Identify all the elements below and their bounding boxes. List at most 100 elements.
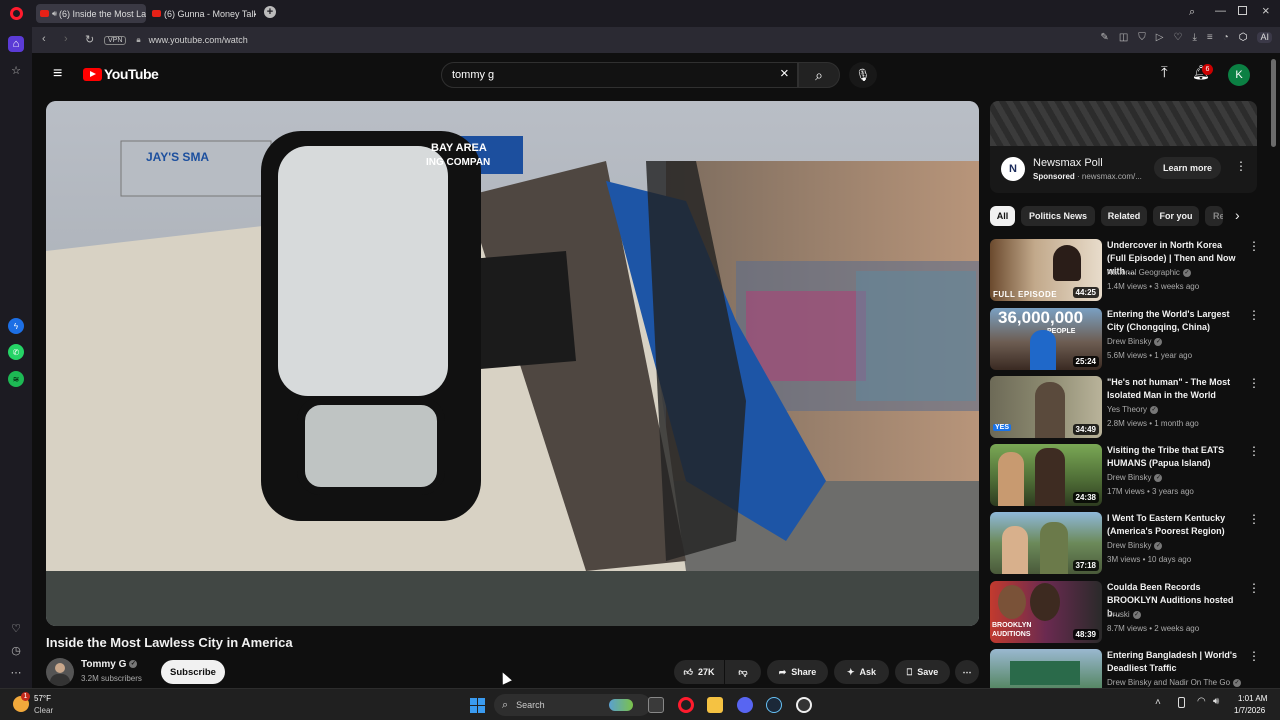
list-item[interactable]: 37:18 I Went To Eastern Kentucky (Americ… xyxy=(990,512,1270,574)
account-avatar[interactable]: K xyxy=(1228,64,1250,86)
channel-name[interactable]: Drew Binsky ✓ xyxy=(1107,541,1163,550)
clock-date[interactable]: 1/7/2026 xyxy=(1234,706,1265,715)
lock-icon[interactable]: 🔒︎ xyxy=(136,35,140,45)
discord-icon[interactable] xyxy=(737,697,753,713)
url-text[interactable]: www.youtube.com/watch xyxy=(149,35,248,45)
forward-icon[interactable]: › xyxy=(64,33,68,45)
file-explorer-icon[interactable] xyxy=(707,697,723,713)
whatsapp-icon[interactable]: ✆ xyxy=(8,344,24,360)
chevron-right-icon[interactable]: › xyxy=(1235,207,1240,223)
heart-icon[interactable]: ♡ xyxy=(8,620,24,636)
url-field[interactable]: VPN 🔒︎ www.youtube.com/watch xyxy=(104,30,1146,50)
list-item[interactable]: FULL EPISODE 44:25 Undercover in North K… xyxy=(990,239,1270,301)
page-scrollbar[interactable] xyxy=(1271,59,1276,147)
chip-all[interactable]: All xyxy=(990,206,1015,226)
video-thumbnail[interactable]: 24:38 xyxy=(990,444,1102,506)
chip-related[interactable]: Related xyxy=(1101,206,1147,226)
edit-icon[interactable]: ✎ xyxy=(1100,32,1108,43)
channel-name-text[interactable]: Drew Binsky xyxy=(1107,541,1151,550)
ai-button[interactable]: AI xyxy=(1257,32,1272,43)
subscribe-button[interactable]: Subscribe xyxy=(161,660,225,684)
opera-logo-icon[interactable] xyxy=(10,7,23,20)
heart-outline-icon[interactable]: ♡ xyxy=(1173,32,1182,43)
channel-name[interactable]: Drew Binsky ✓ xyxy=(1107,473,1163,482)
chip-for-you[interactable]: For you xyxy=(1153,206,1199,226)
channel-name-text[interactable]: Drew Binsky xyxy=(1107,337,1151,346)
new-tab-button[interactable]: + xyxy=(264,6,276,18)
video-title[interactable]: Entering Bangladesh | World's Deadliest … xyxy=(1107,649,1243,675)
clock-time[interactable]: 1:01 AM xyxy=(1238,694,1267,703)
temperature[interactable]: 57°F xyxy=(34,694,51,703)
play-icon[interactable]: ▷ xyxy=(1156,32,1164,43)
share-button[interactable]: ➦ Share xyxy=(767,660,828,684)
menu-icon[interactable]: ≡ xyxy=(1207,32,1213,43)
more-vertical-icon[interactable]: ⋮ xyxy=(1248,239,1260,253)
channel-name-text[interactable]: National Geographic xyxy=(1107,268,1180,277)
search-tabs-icon[interactable]: ⌕ xyxy=(1189,6,1195,19)
vpn-badge[interactable]: VPN xyxy=(104,35,127,45)
voice-search-button[interactable]: 🎙︎ xyxy=(849,62,877,88)
clear-search-icon[interactable]: × xyxy=(780,65,789,82)
upload-icon[interactable]: ⤒ xyxy=(1161,64,1168,81)
channel-name[interactable]: Druski ✓ xyxy=(1107,610,1141,619)
more-vertical-icon[interactable]: ⋮ xyxy=(1248,376,1260,390)
restore-icon[interactable] xyxy=(1238,6,1247,15)
ad-banner-image[interactable] xyxy=(990,101,1257,146)
minimize-icon[interactable]: — xyxy=(1215,5,1226,17)
reload-icon[interactable]: ↻ xyxy=(85,33,94,46)
speaker-icon[interactable]: 🔊︎ xyxy=(52,9,57,19)
list-item[interactable]: BROOKLYN AUDITIONS 48:39 Coulda Been Rec… xyxy=(990,581,1270,643)
home-icon[interactable]: ⌂ xyxy=(8,36,24,52)
more-vertical-icon[interactable]: ⋮ xyxy=(1248,649,1260,663)
ad-title[interactable]: Newsmax Poll xyxy=(1033,157,1103,169)
list-item[interactable]: 24:38 Visiting the Tribe that EATS HUMAN… xyxy=(990,444,1270,506)
spotify-icon[interactable]: ≋ xyxy=(8,371,24,387)
chip-politics-news[interactable]: Politics News xyxy=(1021,206,1095,226)
more-icon[interactable]: ⋯ xyxy=(8,664,24,680)
weather-condition[interactable]: Clear xyxy=(34,706,53,715)
chevron-up-icon[interactable]: ˄ xyxy=(1155,697,1161,708)
steam-icon[interactable] xyxy=(766,697,782,713)
volume-icon[interactable]: 🔊︎ xyxy=(1213,696,1219,707)
camera-icon[interactable]: ◫ xyxy=(1119,32,1128,43)
dislike-button[interactable]: 👎︎ xyxy=(725,660,761,684)
more-actions-button[interactable]: ⋯ xyxy=(955,660,979,684)
list-item[interactable]: YES 34:49 "He's not human" - The Most Is… xyxy=(990,376,1270,438)
search-button[interactable]: ⌕ xyxy=(798,62,840,88)
more-vertical-icon[interactable]: ⋮ xyxy=(1248,308,1260,322)
channel-name-text[interactable]: Druski xyxy=(1107,610,1130,619)
task-view-icon[interactable] xyxy=(648,697,664,713)
video-thumbnail[interactable]: FULL EPISODE 44:25 xyxy=(990,239,1102,301)
phone-link-icon[interactable] xyxy=(1178,697,1185,708)
tab-inactive[interactable]: (6) Gunna - Money Talk [M xyxy=(148,4,256,23)
channel-name[interactable]: Yes Theory ✓ xyxy=(1107,405,1159,414)
channel-name[interactable]: Tommy G ✓ xyxy=(81,659,138,670)
windows-start-icon[interactable] xyxy=(470,698,485,713)
more-vertical-icon[interactable]: ⋮ xyxy=(1248,512,1260,526)
ask-button[interactable]: ✦ Ask xyxy=(834,660,889,684)
video-thumbnail[interactable]: 36,000,000 PEOPLE 25:24 xyxy=(990,308,1102,370)
shield-icon[interactable]: ⛉ xyxy=(1138,32,1146,43)
channel-name-text[interactable]: Drew Binsky and Nadir On The Go xyxy=(1107,678,1230,687)
video-thumbnail[interactable]: 37:18 xyxy=(990,512,1102,574)
profile-icon[interactable]: ◔ xyxy=(1223,32,1229,43)
youtube-logo-text[interactable]: YouTube xyxy=(104,66,159,82)
video-title[interactable]: Visiting the Tribe that EATS HUMANS (Pap… xyxy=(1107,444,1243,470)
sponsored-ad[interactable]: N Newsmax Poll Sponsored · newsmax.com/.… xyxy=(990,101,1257,193)
list-item[interactable]: Entering Bangladesh | World's Deadliest … xyxy=(990,649,1270,688)
tab-active[interactable]: 🔊︎ (6) Inside the Most La xyxy=(36,4,146,23)
more-vertical-icon[interactable]: ⋮ xyxy=(1248,444,1260,458)
history-icon[interactable]: ◷ xyxy=(8,642,24,658)
channel-name-text[interactable]: Tommy G xyxy=(81,659,126,670)
video-thumbnail[interactable]: BROOKLYN AUDITIONS 48:39 xyxy=(990,581,1102,643)
taskbar-search[interactable]: ⌕ Search xyxy=(494,694,651,716)
chip-truncated[interactable]: Re xyxy=(1205,206,1223,226)
more-vertical-icon[interactable]: ⋮ xyxy=(1248,581,1260,595)
channel-name[interactable]: National Geographic ✓ xyxy=(1107,268,1191,277)
app-icon[interactable] xyxy=(796,697,812,713)
hamburger-menu-icon[interactable]: ≡ xyxy=(53,65,62,83)
close-window-icon[interactable]: × xyxy=(1262,3,1270,18)
channel-name-text[interactable]: Yes Theory xyxy=(1107,405,1147,414)
cube-icon[interactable]: ⬡ xyxy=(1239,32,1248,43)
messenger-icon[interactable]: ϟ xyxy=(8,318,24,334)
